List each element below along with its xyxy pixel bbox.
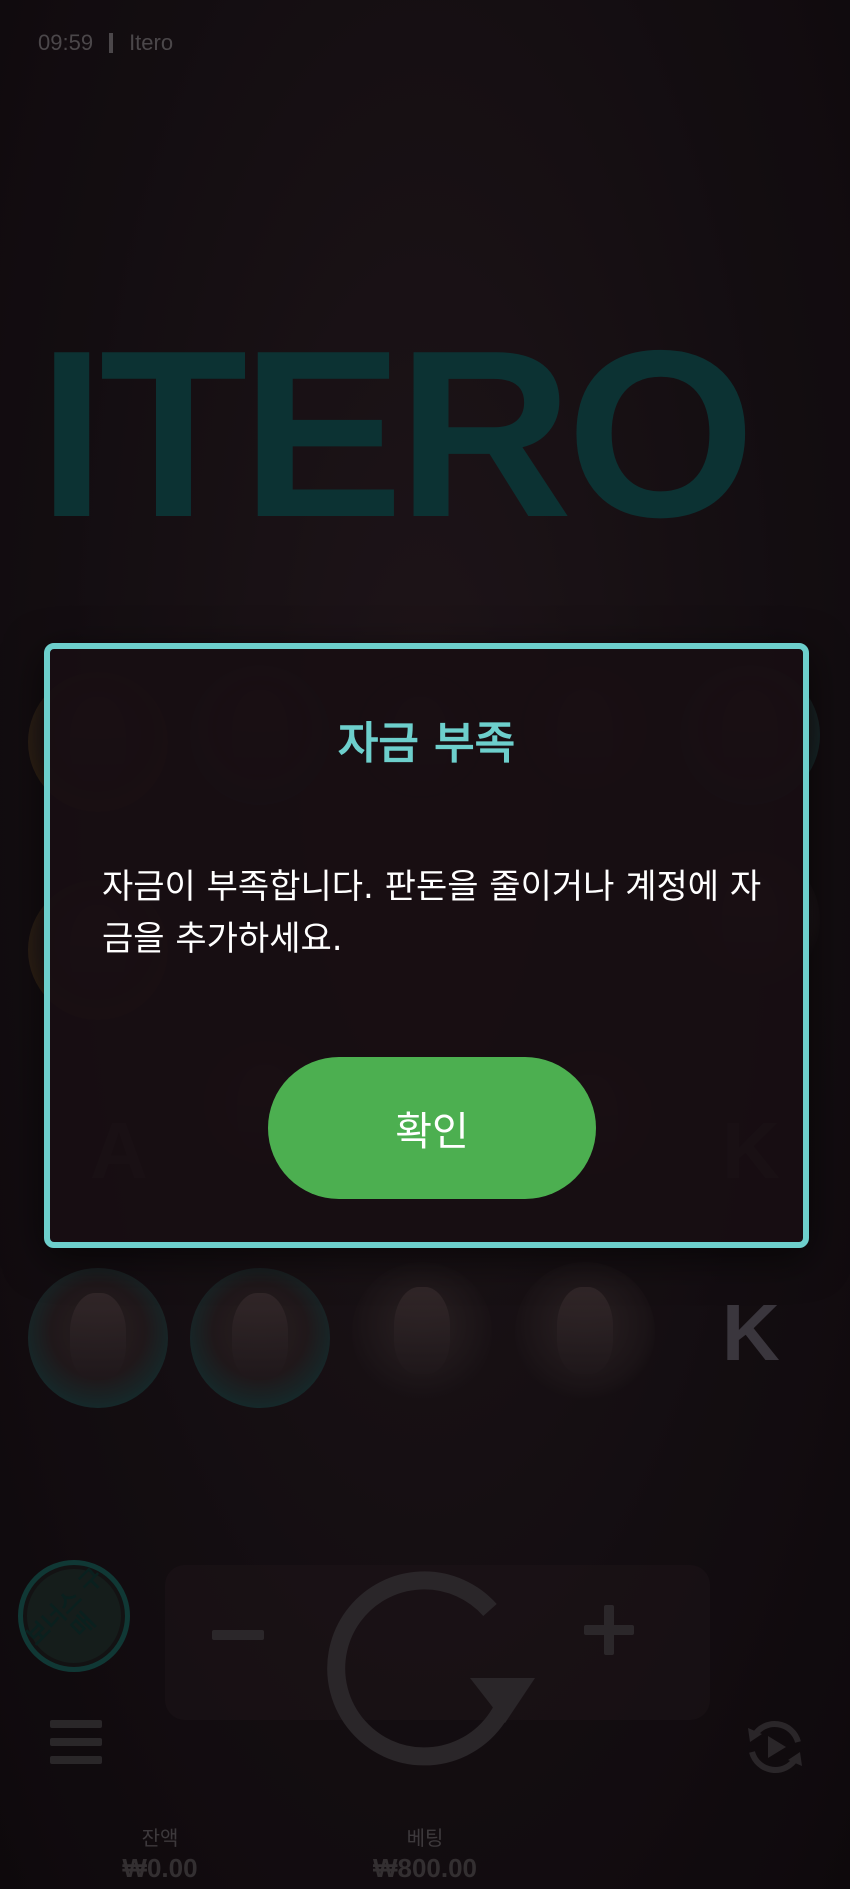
insufficient-funds-dialog: 자금 부족 자금이 부족합니다. 판돈을 줄이거나 계정에 자금을 추가하세요.…	[44, 643, 809, 1248]
dialog-title: 자금 부족	[337, 718, 516, 769]
dialog-message: 자금이 부족합니다. 판돈을 줄이거나 계정에 자금을 추가하세요.	[102, 867, 762, 959]
confirm-button[interactable]: 확인	[268, 1057, 596, 1199]
